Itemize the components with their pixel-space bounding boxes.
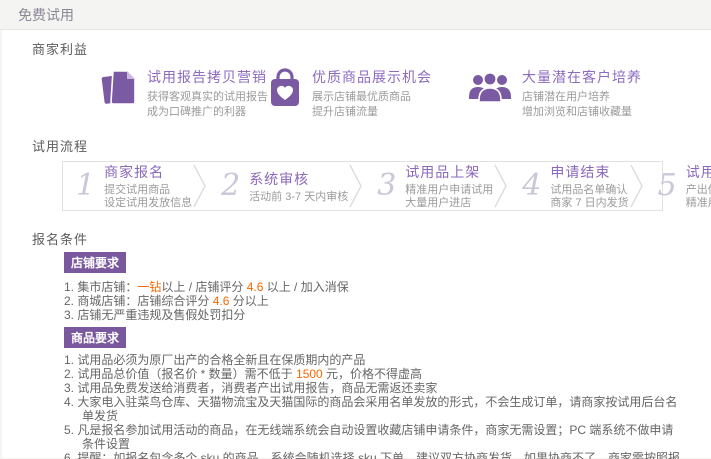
step-number: 5 [658,171,677,201]
step-desc: 试用品名单确认 [550,184,628,197]
list-item: 5. 凡是报名参加试用活动的商品，在无线端系统会自动设置收藏店铺申请条件，商家无… [64,423,683,451]
benefit-item-report: 试用报告拷贝营销 获得客观真实的试用报告 成为口碑推广的利器 [100,67,267,120]
step-desc: 设定试用发放信息 [104,197,192,210]
list-item: 2. 试用品总价值（报名价 * 数量）需不低于 1500 元，价格不得虚高 [64,367,683,381]
product-requirements-list: 1. 试用品必须为原厂出产的合格全新且在保质期内的产品 2. 试用品总价值（报名… [64,353,683,459]
process-heading: 试用流程 [32,136,711,155]
people-group-icon [467,67,513,112]
list-item: 1. 试用品必须为原厂出产的合格全新且在保质期内的产品 [64,353,683,367]
list-item: 4. 大家电入驻菜鸟仓库、天猫物流宝及天猫国际的商品会采用名单发放的形式，不会生… [64,395,683,423]
conditions-heading: 报名条件 [32,229,711,248]
list-item: 2. 商城店铺：店铺综合评分 4.6 分以上 [64,294,683,308]
step-desc: 产出优质试用报告 [686,184,711,197]
step-number: 1 [76,171,95,201]
process-step-3: 3 试用品上架 精准用户申请试用 大量用户进店 [364,162,493,210]
shop-requirements-list: 1. 集市店铺：一钻以上 / 店铺评分 4.6 以上 / 加入消保 2. 商城店… [64,280,683,322]
step-desc: 提交试用商品 [104,184,192,197]
product-requirements-badge: 商品要求 [64,327,126,348]
step-desc: 精准用户二次营销 [686,197,711,210]
process-strip: 1 商家报名 提交试用商品 设定试用发放信息 2 系统审核 活动前 3-7 天内… [62,161,663,211]
content-panel: 商家利益 试用报告拷贝营销 获得客观真实的试用报告 成为口碑推广的利器 [2,30,711,458]
chevron-right-icon [192,163,208,209]
step-number: 3 [377,171,396,201]
benefit-desc: 成为口碑推广的利器 [147,105,268,120]
step-title: 申请结束 [550,162,628,182]
step-title: 商家报名 [104,162,192,182]
benefit-desc: 增加浏览和店铺收藏量 [522,105,642,120]
step-number: 2 [221,171,240,201]
step-title: 试用品上架 [405,162,493,182]
list-item: 3. 店铺无严重违规及售假处罚扣分 [64,308,683,322]
benefit-item-customers: 大量潜在客户培养 店铺潜在用户培养 增加浏览和店铺收藏量 [467,67,642,120]
step-title: 试用结束 [686,162,711,182]
list-item: 1. 集市店铺：一钻以上 / 店铺评分 4.6 以上 / 加入消保 [64,280,683,294]
step-number: 4 [522,171,541,201]
benefits-heading: 商家利益 [32,30,711,58]
benefits-row: 试用报告拷贝营销 获得客观真实的试用报告 成为口碑推广的利器 优质商品展示机会 … [100,67,711,120]
step-desc: 大量用户进店 [405,197,493,210]
chevron-right-icon [629,163,645,209]
copy-report-icon [100,67,138,114]
bag-heart-icon [267,67,303,114]
process-step-5: 5 试用结束 产出优质试用报告 精准用户二次营销 [645,162,711,210]
process-step-2: 2 系统审核 活动前 3-7 天内审核 [208,169,348,204]
chevron-right-icon [493,163,509,209]
shop-requirements-badge: 店铺要求 [64,252,126,273]
benefit-desc: 展示店铺最优质商品 [312,90,432,105]
list-item: 6. 提醒：如报名包含多个 sku 的商品，系统会随机选择 sku 下单，建议双… [64,451,683,459]
chevron-right-icon [348,163,364,209]
page-title: 免费试用 [18,7,74,23]
benefit-desc: 提升店铺流量 [312,105,432,120]
page-header: 免费试用 [0,0,711,30]
step-desc: 商家 7 日内发货 [550,197,628,210]
benefit-title: 试用报告拷贝营销 [147,67,268,87]
process-step-1: 1 商家报名 提交试用商品 设定试用发放信息 [63,162,192,210]
process-step-4: 4 申请结束 试用品名单确认 商家 7 日内发货 [509,162,628,210]
benefit-title: 优质商品展示机会 [312,67,432,87]
benefit-desc: 店铺潜在用户培养 [522,90,642,105]
list-item: 3. 试用品免费发送给消费者，消费者产出试用报告，商品无需返还卖家 [64,381,683,395]
step-desc: 活动前 3-7 天内审核 [249,191,348,204]
benefit-desc: 获得客观真实的试用报告 [147,90,268,105]
benefit-title: 大量潜在客户培养 [522,67,642,87]
step-title: 系统审核 [249,169,348,189]
step-desc: 精准用户申请试用 [405,184,493,197]
benefit-item-showcase: 优质商品展示机会 展示店铺最优质商品 提升店铺流量 [267,67,467,120]
